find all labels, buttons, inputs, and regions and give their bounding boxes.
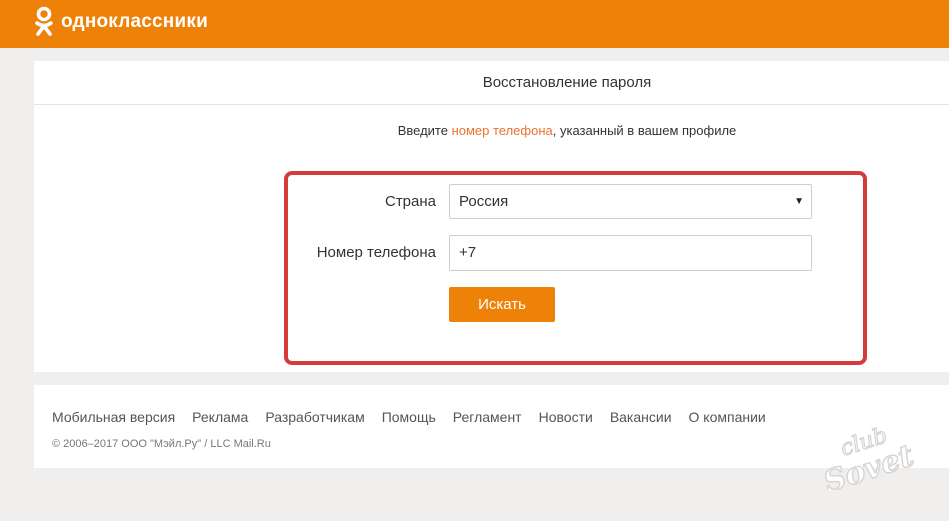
footer-links: Мобильная версия Реклама Разработчикам П… [52, 409, 783, 425]
phone-number-link[interactable]: номер телефона [452, 123, 553, 138]
top-bar: одноклассники [0, 0, 949, 48]
logo[interactable]: одноклассники [34, 6, 208, 38]
hint-text: Введите номер телефона, указанный в ваше… [34, 123, 949, 138]
dropdown-arrow-icon: ▼ [794, 196, 804, 207]
logo-text: одноклассники [61, 11, 208, 32]
hint-after: , указанный в вашем профиле [552, 123, 737, 138]
footer-link-developers[interactable]: Разработчикам [265, 409, 364, 425]
footer-link-ads[interactable]: Реклама [192, 409, 248, 425]
footer-link-about[interactable]: О компании [689, 409, 766, 425]
footer-link-mobile[interactable]: Мобильная версия [52, 409, 175, 425]
footer-link-rules[interactable]: Регламент [453, 409, 522, 425]
footer: Мобильная версия Реклама Разработчикам П… [34, 385, 949, 468]
club-sovet-watermark: club Sovet [819, 423, 919, 490]
country-label: Страна [384, 193, 436, 210]
hint-before: Введите [397, 123, 452, 138]
copyright: © 2006–2017 ООО "Мэйл.Ру" / LLC Mail.Ru [52, 438, 271, 450]
ok-logo-icon [35, 6, 53, 36]
footer-link-jobs[interactable]: Вакансии [610, 409, 672, 425]
country-value: Россия [459, 193, 509, 210]
footer-link-news[interactable]: Новости [539, 409, 593, 425]
page-title: Восстановление пароля [34, 61, 949, 105]
footer-link-help[interactable]: Помощь [382, 409, 436, 425]
country-select[interactable]: Россия ▼ [449, 184, 812, 219]
phone-input[interactable]: +7 [449, 235, 812, 271]
phone-label: Номер телефона [316, 244, 436, 261]
search-button[interactable]: Искать [449, 287, 555, 322]
